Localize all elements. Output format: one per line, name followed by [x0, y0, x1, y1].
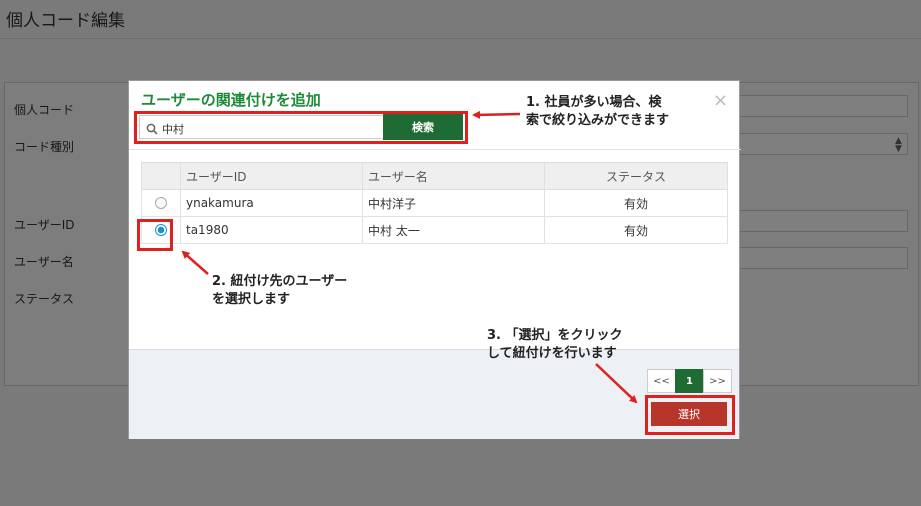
annotation-1-line-1: 1. 社員が多い場合、検 — [526, 95, 662, 110]
header-user-id[interactable]: ユーザーID — [181, 163, 363, 189]
pagination-page-1[interactable]: 1 — [675, 369, 704, 393]
cell-status: 有効 — [545, 190, 728, 216]
annotation-1-line-2: 索で絞り込みができます — [526, 113, 670, 128]
pagination-next[interactable]: >> — [703, 369, 732, 393]
radio-highlight-box — [137, 219, 173, 251]
cell-status: 有効 — [545, 217, 728, 243]
modal-divider — [129, 149, 741, 150]
select-highlight-box — [645, 395, 735, 435]
cell-user-id: ta1980 — [181, 217, 363, 243]
user-link-modal: ユーザーの関連付けを追加 × 中村 検索 ユーザーID ユーザー名 ステータス … — [128, 80, 741, 439]
annotation-2-line-1: 2. 紐付け先のユーザー — [212, 274, 348, 289]
annotation-2: 2. 紐付け先のユーザー を選択します — [212, 273, 347, 309]
annotation-3: 3. 「選択」をクリック して紐付けを行います — [487, 327, 623, 363]
annotation-3-line-2: して紐付けを行います — [487, 346, 617, 361]
search-highlight-box — [134, 111, 468, 144]
cell-user-id: ynakamura — [181, 190, 363, 216]
pagination: << 1 >> — [647, 369, 732, 393]
header-status[interactable]: ステータス — [545, 163, 728, 189]
table-row[interactable]: ynakamura 中村洋子 有効 — [141, 190, 728, 217]
cell-user-name: 中村洋子 — [363, 190, 545, 216]
user-table: ユーザーID ユーザー名 ステータス ynakamura 中村洋子 有効 ta1… — [141, 162, 728, 244]
modal-title: ユーザーの関連付けを追加 — [141, 91, 321, 109]
pagination-prev[interactable]: << — [647, 369, 676, 393]
annotation-1: 1. 社員が多い場合、検 索で絞り込みができます — [526, 94, 669, 130]
close-icon[interactable]: × — [713, 90, 728, 111]
header-select — [141, 163, 181, 189]
annotation-2-line-2: を選択します — [212, 292, 291, 307]
table-row[interactable]: ta1980 中村 太一 有効 — [141, 217, 728, 244]
user-radio-button[interactable] — [155, 197, 167, 209]
annotation-3-line-1: 3. 「選択」をクリック — [487, 328, 623, 343]
table-header: ユーザーID ユーザー名 ステータス — [141, 162, 728, 190]
row-select-cell — [141, 190, 181, 216]
header-user-name[interactable]: ユーザー名 — [363, 163, 545, 189]
cell-user-name: 中村 太一 — [363, 217, 545, 243]
